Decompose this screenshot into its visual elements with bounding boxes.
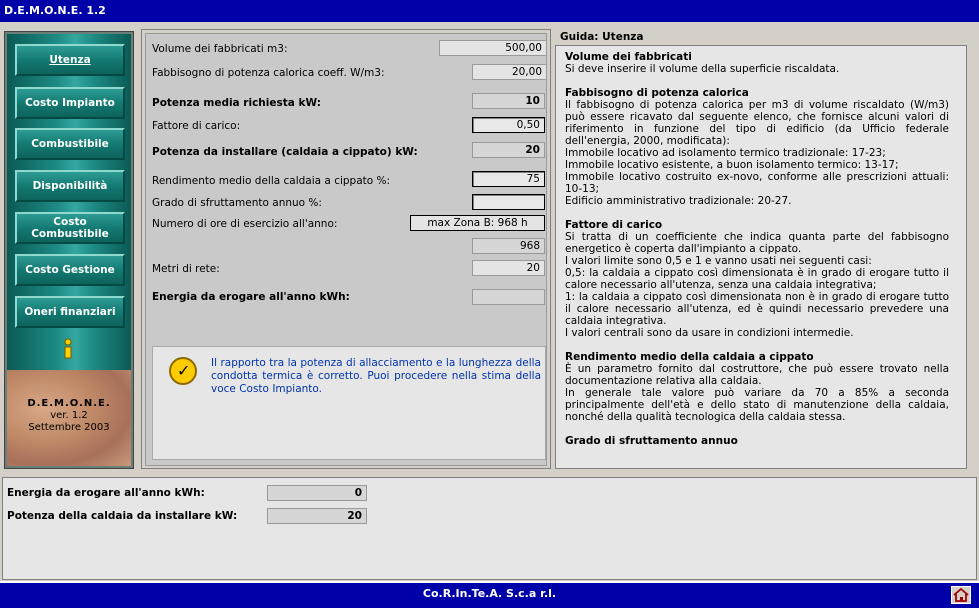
summary-potenza-label: Potenza della caldaia da installare kW: [7, 510, 238, 522]
guide-section-title: Rendimento medio della caldaia a cippato [565, 351, 814, 363]
nav-item-costo-gestione[interactable]: Costo Gestione [15, 254, 125, 286]
logo-name: D.E.M.O.N.E. [27, 398, 111, 409]
nav-item-oneri-finanziari[interactable]: Oneri finanziari [15, 296, 125, 328]
energia-erogare-label: Energia da erogare all'anno kWh: [152, 291, 350, 303]
message-text: Il rapporto tra la potenza di allacciame… [211, 357, 541, 395]
checkmark-icon: ✓ [169, 357, 197, 385]
metri-rete-input[interactable]: 20 [472, 260, 545, 276]
guide-line: 0,5: la caldaia a cippato così dimension… [565, 267, 949, 291]
ore-esercizio-value: 968 [472, 238, 545, 254]
guide-section: Rendimento medio della caldaia a cippato… [565, 351, 949, 423]
fabbisogno-input[interactable]: 20,00 [472, 64, 547, 80]
logo-area: D.E.M.O.N.E. ver. 1.2 Settembre 2003 [7, 370, 131, 466]
fattore-carico-label: Fattore di carico: [152, 120, 241, 132]
guide-section: Fattore di carico Si tratta di un coeffi… [565, 219, 949, 339]
nav-item-label: Oneri finanziari [24, 306, 116, 318]
guide-section-text: Il fabbisogno di potenza calorica per m3… [565, 99, 949, 147]
app-logo: D.E.M.O.N.E. ver. 1.2 Settembre 2003 [7, 398, 131, 434]
summary-energia-value: 0 [267, 485, 367, 501]
guide-section: Grado di sfruttamento annuo [565, 435, 949, 447]
nav-item-label: Utenza [49, 54, 91, 66]
guide-line: 1: la caldaia a cippato così dimensionat… [565, 291, 949, 327]
potenza-media-label: Potenza media richiesta kW: [152, 97, 321, 109]
grado-sfruttamento-label: Grado di sfruttamento annuo %: [152, 197, 322, 209]
guide-line: Immobile locativo costruito ex-novo, con… [565, 171, 949, 195]
guide-section-title: Volume dei fabbricati [565, 51, 692, 63]
nav-item-costo-impianto[interactable]: Costo Impianto [15, 87, 125, 119]
fabbisogno-label: Fabbisogno di potenza calorica coeff. W/… [152, 67, 385, 79]
logo-version: ver. 1.2 [50, 410, 88, 421]
nav-item-label: Costo Gestione [25, 264, 115, 276]
guide-line: Immobile locativo esistente, a buon isol… [565, 159, 899, 171]
message-box: ✓ Il rapporto tra la potenza di allaccia… [152, 346, 546, 460]
nav-item-label: Costo Combustibile [31, 216, 109, 240]
guide-section-text: Si deve inserire il volume della superfi… [565, 63, 840, 75]
nav-item-label: Disponibilità [32, 180, 108, 192]
nav-item-disponibilita[interactable]: Disponibilità [15, 170, 125, 202]
metri-rete-label: Metri di rete: [152, 263, 220, 275]
nav-item-costo-combustibile[interactable]: Costo Combustibile [15, 212, 125, 244]
nav-item-utenza[interactable]: Utenza [15, 44, 125, 76]
energia-erogare-value [472, 289, 545, 305]
guide-section-title: Fabbisogno di potenza calorica [565, 87, 749, 99]
nav-item-label: Combustibile [31, 138, 109, 150]
guide-line: I valori limite sono 0,5 e 1 e vanno usa… [565, 255, 872, 267]
guide-content: Volume dei fabbricati Si deve inserire i… [565, 51, 949, 459]
summary-potenza-value: 20 [267, 508, 367, 524]
guide-line: Edificio amministrativo tradizionale: 20… [565, 195, 792, 207]
guide-section: Volume dei fabbricati Si deve inserire i… [565, 51, 949, 75]
guide-section-title: Grado di sfruttamento annuo [565, 435, 738, 447]
form-panel: Volume dei fabbricati m3: 500,00 Fabbiso… [141, 29, 551, 469]
guide-section-text: È un parametro fornito dal costruttore, … [565, 363, 949, 387]
guide-panel[interactable]: Volume dei fabbricati Si deve inserire i… [555, 45, 967, 469]
volume-input[interactable]: 500,00 [439, 40, 547, 56]
potenza-installare-value: 20 [472, 142, 545, 158]
form-inner: Volume dei fabbricati m3: 500,00 Fabbiso… [145, 33, 547, 466]
fattore-carico-input[interactable]: 0,50 [472, 117, 545, 133]
volume-label: Volume dei fabbricati m3: [152, 43, 288, 55]
summary-panel: Energia da erogare all'anno kWh: 0 Poten… [2, 477, 977, 580]
guide-header: Guida: Utenza [560, 31, 644, 43]
nav-item-label: Costo Impianto [25, 97, 115, 109]
info-icon[interactable] [61, 338, 75, 360]
summary-energia-label: Energia da erogare all'anno kWh: [7, 487, 205, 499]
guide-line: I valori centrali sono da usare in condi… [565, 327, 854, 339]
guide-section: Fabbisogno di potenza calorica Il fabbis… [565, 87, 949, 207]
guide-line: Immobile locativo ad isolamento termico … [565, 147, 886, 159]
max-hours-button[interactable]: max Zona B: 968 h [410, 215, 545, 231]
footer-bar: Co.R.In.Te.A. S.c.a r.l. [0, 581, 979, 608]
footer-text: Co.R.In.Te.A. S.c.a r.l. [422, 587, 557, 600]
guide-section-text: Si tratta di un coefficiente che indica … [565, 231, 949, 255]
potenza-media-value: 10 [472, 93, 545, 109]
nav-menu: Utenza Costo Impianto Combustibile Dispo… [7, 34, 131, 370]
nav-item-combustibile[interactable]: Combustibile [15, 128, 125, 160]
app-title: D.E.M.O.N.E. 1.2 [4, 4, 106, 17]
logo-date: Settembre 2003 [28, 422, 110, 433]
guide-line: In generale tale valore può variare da 7… [565, 387, 949, 423]
guide-section-title: Fattore di carico [565, 219, 663, 231]
potenza-installare-label: Potenza da installare (caldaia a cippato… [152, 146, 418, 158]
rendimento-input[interactable]: 75 [472, 171, 545, 187]
ore-esercizio-label: Numero di ore di esercizio all'anno: [152, 218, 338, 230]
nav-panel: Utenza Costo Impianto Combustibile Dispo… [4, 31, 134, 469]
app-title-bar: D.E.M.O.N.E. 1.2 [0, 0, 979, 22]
rendimento-label: Rendimento medio della caldaia a cippato… [152, 175, 391, 187]
grado-sfruttamento-input[interactable] [472, 194, 545, 210]
home-icon[interactable] [951, 586, 971, 604]
